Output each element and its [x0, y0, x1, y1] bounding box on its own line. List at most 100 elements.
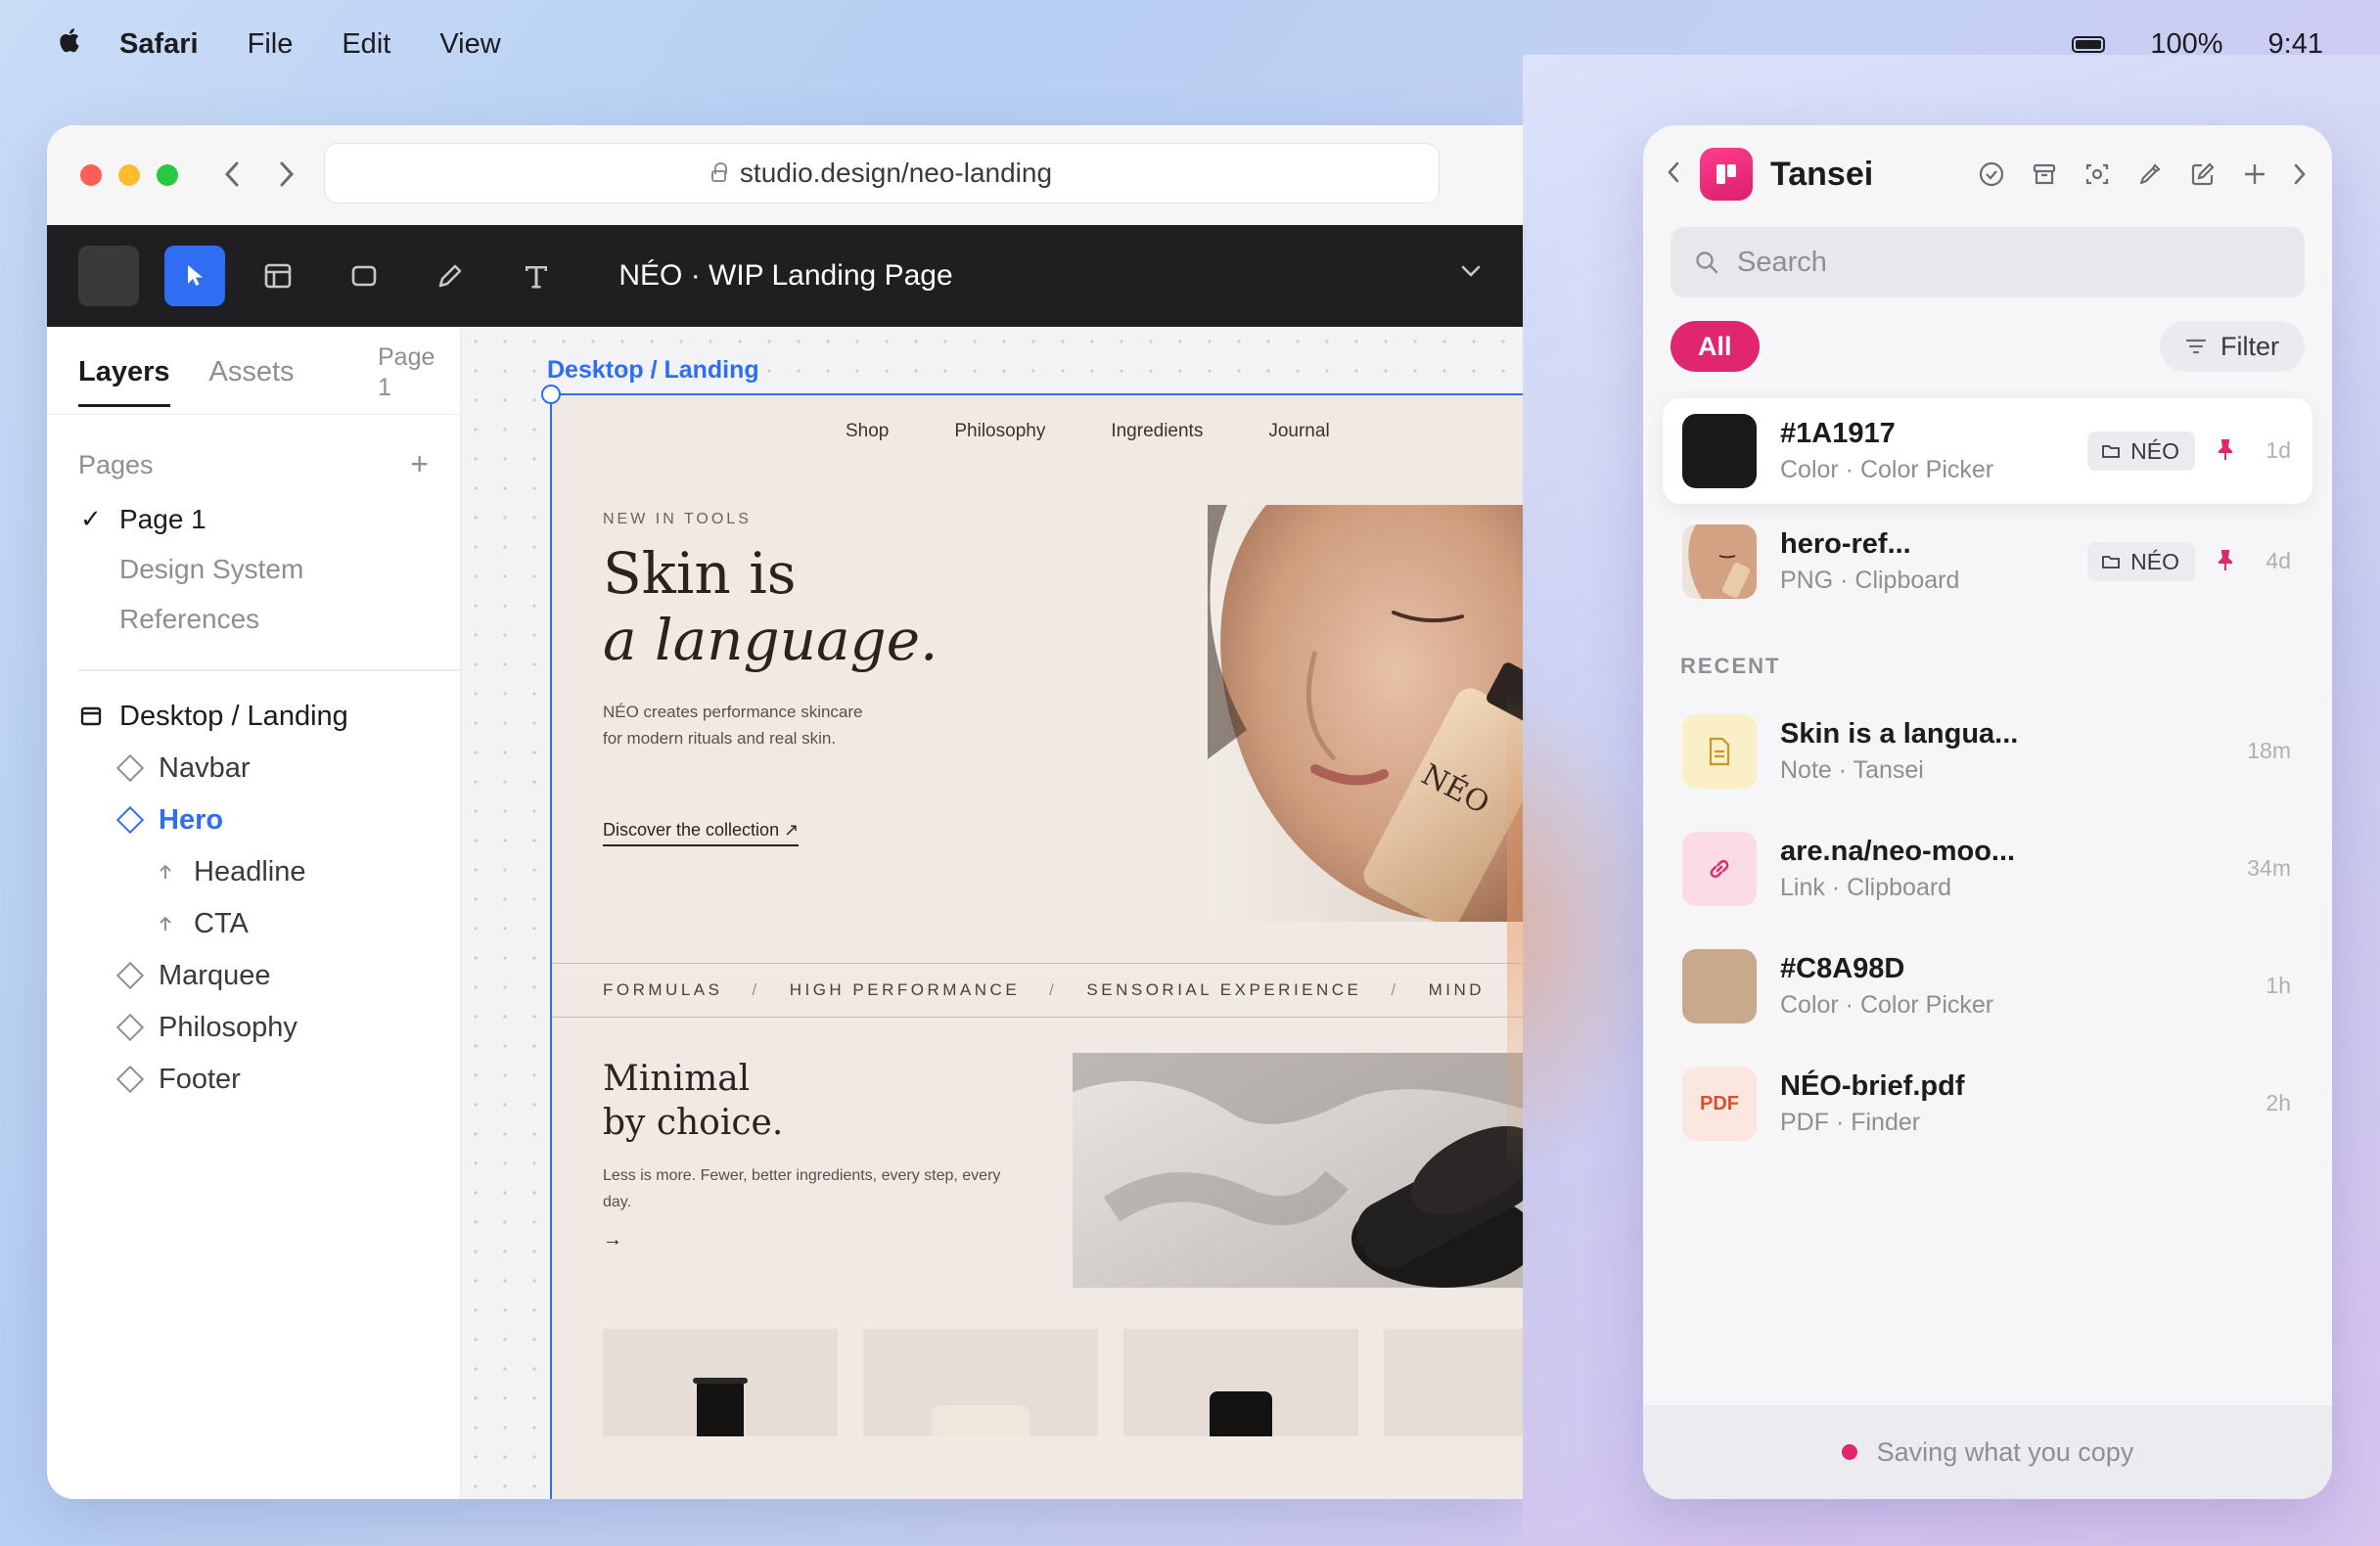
frame-label[interactable]: Desktop / Landing — [547, 356, 759, 385]
main-menu-button[interactable] — [78, 246, 139, 306]
filter-button[interactable]: Filter — [2160, 321, 2305, 372]
resize-handle[interactable] — [541, 385, 561, 404]
component-icon — [115, 753, 145, 783]
pencil-icon — [438, 264, 462, 288]
lock-icon — [710, 162, 727, 182]
close-window-button[interactable] — [80, 164, 102, 186]
marquee-item: MIND — [1428, 980, 1486, 999]
product-card[interactable] — [1384, 1329, 1525, 1436]
hero-body: NÉO creates performance skincare for mod… — [603, 703, 863, 748]
clip-title: are.na/neo-moo... — [1780, 836, 2016, 867]
layer-label: Marquee — [159, 959, 271, 991]
collection-tag[interactable]: NÉO — [2087, 432, 2195, 471]
layer-cta[interactable]: CTA — [47, 898, 460, 950]
headline-line-2: a language. — [603, 607, 938, 673]
forward-icon[interactable] — [279, 158, 295, 193]
hero-headline[interactable]: Skin is a language. — [603, 540, 938, 673]
status-text: Saving what you copy — [1876, 1436, 2134, 1467]
pin-icon[interactable] — [2217, 437, 2234, 466]
nav-philosophy[interactable]: Philosophy — [954, 421, 1045, 442]
pdf-badge: PDF — [1700, 1092, 1739, 1114]
hero-cta-link[interactable]: Discover the collection ↗ — [603, 820, 800, 846]
philosophy-body: Less is more. Fewer, better ingredients,… — [603, 1167, 1001, 1210]
apple-icon[interactable] — [57, 26, 80, 62]
page-indicator[interactable]: Page 1 — [378, 342, 436, 403]
tab-assets[interactable]: Assets — [209, 356, 295, 404]
nav-journal[interactable]: Journal — [1268, 421, 1329, 442]
clip-title: hero-ref... — [1780, 528, 1911, 560]
plus-icon[interactable] — [2242, 161, 2267, 187]
hero-portrait-image[interactable]: NÉO — [1208, 505, 1525, 922]
chevron-right-icon[interactable] — [2293, 162, 2307, 186]
add-page-icon[interactable]: + — [410, 448, 429, 480]
title-bar: studio.design/neo-landing — [47, 125, 1525, 225]
clip-item-pinned[interactable]: #1A1917 Color · Color Picker NÉO 1d — [1663, 398, 2312, 504]
layer-navbar[interactable]: Navbar — [47, 743, 460, 795]
arrow-up-icon — [153, 859, 178, 885]
link-icon — [1710, 859, 1729, 879]
screenshot-icon[interactable] — [2083, 160, 2111, 188]
back-icon[interactable] — [1667, 160, 1680, 189]
filter-all-chip[interactable]: All — [1671, 321, 1760, 372]
menu-view[interactable]: View — [439, 28, 500, 61]
rectangle-tool-button[interactable] — [337, 249, 391, 303]
product-card[interactable] — [603, 1329, 838, 1436]
page-item-page-1[interactable]: ✓ Page 1 — [47, 494, 460, 544]
design-canvas[interactable]: Desktop / Landing Shop Philosophy Ingred… — [461, 327, 1525, 1499]
clip-item-pinned[interactable]: hero-ref... PNG · Clipboard NÉO 4d — [1663, 509, 2312, 614]
clip-item[interactable]: are.na/neo-moo... Link · Clipboard 34m — [1663, 816, 2312, 922]
eyedropper-icon[interactable] — [2136, 160, 2164, 188]
clip-time: 2h — [2266, 1090, 2291, 1115]
menu-file[interactable]: File — [248, 28, 294, 61]
layout-icon — [264, 263, 292, 289]
zoom-window-button[interactable] — [157, 164, 178, 186]
check-circle-icon[interactable] — [1978, 160, 2005, 188]
product-card[interactable] — [1123, 1329, 1358, 1436]
compose-icon[interactable] — [2189, 160, 2217, 188]
layer-marquee[interactable]: Marquee — [47, 950, 460, 1002]
layer-label: Headline — [194, 855, 306, 887]
page-item-references[interactable]: References — [47, 594, 460, 644]
search-input[interactable]: Search — [1671, 227, 2305, 297]
clip-item[interactable]: #C8A98D Color · Color Picker 1h — [1663, 933, 2312, 1039]
layer-hero[interactable]: Hero — [47, 795, 460, 846]
layer-frame-desktop-landing[interactable]: Desktop / Landing — [47, 691, 460, 743]
landing-frame[interactable]: Shop Philosophy Ingredients Journal NEW … — [541, 385, 1525, 1499]
tab-layers[interactable]: Layers — [78, 356, 170, 407]
text-tool-button[interactable] — [509, 249, 564, 303]
layer-philosophy[interactable]: Philosophy — [47, 1002, 460, 1054]
clip-subtitle: Note · Tansei — [1780, 756, 1924, 784]
nav-shop[interactable]: Shop — [846, 421, 889, 442]
pin-icon[interactable] — [2217, 548, 2234, 576]
landing-navbar: Shop Philosophy Ingredients Journal — [846, 421, 1330, 442]
clip-item[interactable]: PDF NÉO-brief.pdf PDF · Finder 2h — [1663, 1051, 2312, 1157]
philosophy-arrow-link[interactable]: → — [603, 1229, 622, 1251]
minimize-window-button[interactable] — [118, 164, 140, 186]
page-item-design-system[interactable]: Design System — [47, 544, 460, 594]
menu-app-name[interactable]: Safari — [119, 28, 199, 61]
panel-title: Tansei — [1770, 155, 1874, 193]
pen-tool-button[interactable] — [423, 249, 478, 303]
chevron-down-icon[interactable] — [1460, 264, 1482, 283]
note-icon — [1709, 737, 1730, 766]
frame-tool-button[interactable] — [251, 249, 305, 303]
tansei-logo-icon — [1700, 148, 1753, 201]
collection-tag[interactable]: NÉO — [2087, 542, 2195, 581]
sidebar-tabs: Layers Assets Page 1 — [47, 327, 460, 415]
layer-headline[interactable]: Headline — [47, 846, 460, 898]
philosophy-image[interactable] — [1073, 1053, 1525, 1288]
philosophy-heading[interactable]: Minimal by choice. — [603, 1057, 783, 1145]
clip-subtitle: PNG · Clipboard — [1780, 567, 1960, 594]
back-icon[interactable] — [224, 158, 240, 193]
address-bar[interactable]: studio.design/neo-landing — [324, 143, 1440, 204]
archive-icon[interactable] — [2031, 160, 2058, 188]
marquee-item: HIGH PERFORMANCE — [789, 980, 1021, 999]
move-tool-button[interactable] — [164, 246, 225, 306]
clip-item[interactable]: Skin is a langua... Note · Tansei 18m — [1663, 699, 2312, 804]
battery-icon[interactable] — [2072, 35, 2106, 53]
menu-edit[interactable]: Edit — [342, 28, 390, 61]
layer-footer[interactable]: Footer — [47, 1054, 460, 1106]
product-card[interactable] — [863, 1329, 1098, 1436]
arrow-up-icon — [153, 911, 178, 936]
nav-ingredients[interactable]: Ingredients — [1111, 421, 1203, 442]
